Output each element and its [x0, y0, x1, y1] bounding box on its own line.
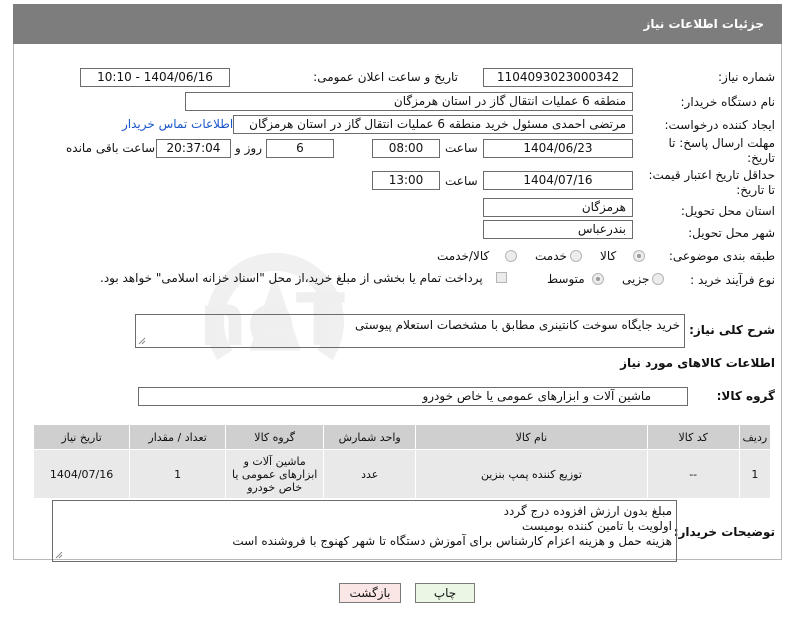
goods-table: ردیف کد کالا نام کالا واحد شمارش گروه کا… [32, 424, 772, 499]
province-field: هرمزگان [483, 198, 633, 217]
back-button[interactable]: بازگشت [339, 583, 401, 603]
category-radio-both[interactable] [505, 250, 517, 262]
need-number-field: 1104093023000342 [483, 68, 633, 87]
page: جزئیات اطلاعات نیاز AriaTender.neT شماره… [0, 0, 788, 619]
requester-label: ایجاد کننده درخواست: [664, 118, 775, 132]
remaining-time-field: 20:37:04 [156, 139, 231, 158]
days-field: 6 [266, 139, 334, 158]
col-goods-code: کد کالا [646, 424, 740, 450]
table-row: 1 -- توزیع کننده پمپ بنزین عدد ماشین آلا… [32, 449, 772, 499]
reply-time-label: ساعت [445, 141, 478, 155]
summary-textarea[interactable]: خرید جایگاه سوخت کانتینری مطابق با مشخصا… [135, 314, 685, 348]
category-radio-goods[interactable] [633, 250, 645, 262]
cell-quantity: 1 [129, 449, 227, 499]
col-need-date: تاریخ نیاز [32, 424, 131, 450]
resize-grip-icon[interactable] [138, 337, 146, 345]
treasury-payment-note: پرداخت تمام یا بخشی از مبلغ خرید،از محل … [100, 271, 483, 285]
city-label: شهر محل تحویل: [688, 226, 775, 240]
summary-text: خرید جایگاه سوخت کانتینری مطابق با مشخصا… [355, 318, 680, 332]
validity-time-label: ساعت [445, 174, 478, 188]
resize-grip-icon[interactable] [55, 551, 63, 559]
buyer-note-line: مبلغ بدون ارزش افزوده درج گردد [503, 504, 672, 518]
price-validity-label: حداقل تاریخ اعتبار قیمت: [648, 168, 775, 182]
validity-date-field: 1404/07/16 [483, 171, 633, 190]
process-option-medium: متوسط [547, 272, 585, 286]
cell-need-date: 1404/07/16 [32, 449, 131, 499]
category-option-service: خدمت [535, 249, 567, 263]
print-button[interactable]: چاپ [415, 583, 475, 603]
remaining-time-label: ساعت باقی مانده [66, 141, 156, 155]
reply-date-field: 1404/06/23 [483, 139, 633, 158]
buyer-note-line: اولویت با تامین کننده بومیست [521, 519, 672, 533]
col-quantity: تعداد / مقدار [129, 424, 227, 450]
announce-date-field: 1404/06/16 - 10:10 [80, 68, 230, 87]
col-row-number: ردیف [738, 424, 772, 450]
category-radio-service[interactable] [570, 250, 582, 262]
col-unit: واحد شمارش [323, 424, 417, 450]
cell-goods-code: -- [646, 449, 740, 499]
buyer-contact-link[interactable]: اطلاعات تماس خریدار [122, 117, 233, 131]
summary-label: شرح کلی نیاز: [689, 323, 775, 337]
cell-unit: عدد [323, 449, 417, 499]
page-title: جزئیات اطلاعات نیاز [13, 4, 782, 44]
process-option-minor: جزیی [622, 272, 650, 286]
goods-group-label: گروه کالا: [716, 389, 775, 403]
price-validity-label-2: تا تاریخ: [736, 183, 775, 197]
buyer-org-label: نام دستگاه خریدار: [680, 95, 776, 109]
category-label: طبقه بندی موضوعی: [668, 249, 775, 263]
reply-time-field: 08:00 [372, 139, 440, 158]
buyer-notes-textarea[interactable]: مبلغ بدون ارزش افزوده درج گردد اولویت با… [52, 500, 677, 562]
days-label: روز و [235, 141, 262, 155]
table-header-row: ردیف کد کالا نام کالا واحد شمارش گروه کا… [32, 424, 772, 450]
requester-field: مرتضی احمدی مسئول خرید منطقه 6 عملیات ان… [233, 115, 633, 134]
col-goods-name: نام کالا [415, 424, 648, 450]
category-option-goods: کالا [600, 249, 617, 263]
announce-label: تاریخ و ساعت اعلان عمومی: [313, 70, 458, 84]
cell-goods-group: ماشین آلات و ابزارهای عمومی یا خاص خودرو [225, 449, 325, 499]
validity-time-field: 13:00 [372, 171, 440, 190]
province-label: استان محل تحویل: [680, 204, 775, 218]
reply-deadline-label: مهلت ارسال پاسخ: تا [668, 136, 775, 150]
col-goods-group: گروه کالا [225, 424, 325, 450]
buyer-notes-label: توضیحات خریدار: [673, 525, 775, 539]
buyer-org-field: منطقه 6 عملیات انتقال گاز در استان هرمزگ… [185, 92, 633, 111]
process-type-label: نوع فرآیند خرید : [690, 273, 775, 287]
goods-group-field: ماشین آلات و ابزارهای عمومی یا خاص خودرو [138, 387, 688, 406]
goods-section-title: اطلاعات کالاهای مورد نیاز [620, 356, 775, 370]
category-option-both: کالا/خدمت [437, 249, 490, 263]
process-radio-medium[interactable] [592, 273, 604, 285]
buyer-note-line: هزینه حمل و هزینه اعزام کارشناس برای آمو… [232, 534, 672, 548]
need-number-label: شماره نیاز: [718, 70, 775, 84]
process-radio-minor[interactable] [652, 273, 664, 285]
cell-row-number: 1 [738, 449, 772, 499]
cell-goods-name: توزیع کننده پمپ بنزین [415, 449, 648, 499]
treasury-payment-checkbox[interactable] [496, 272, 507, 283]
city-field: بندرعباس [483, 220, 633, 239]
reply-deadline-label-2: تاریخ: [747, 151, 775, 165]
